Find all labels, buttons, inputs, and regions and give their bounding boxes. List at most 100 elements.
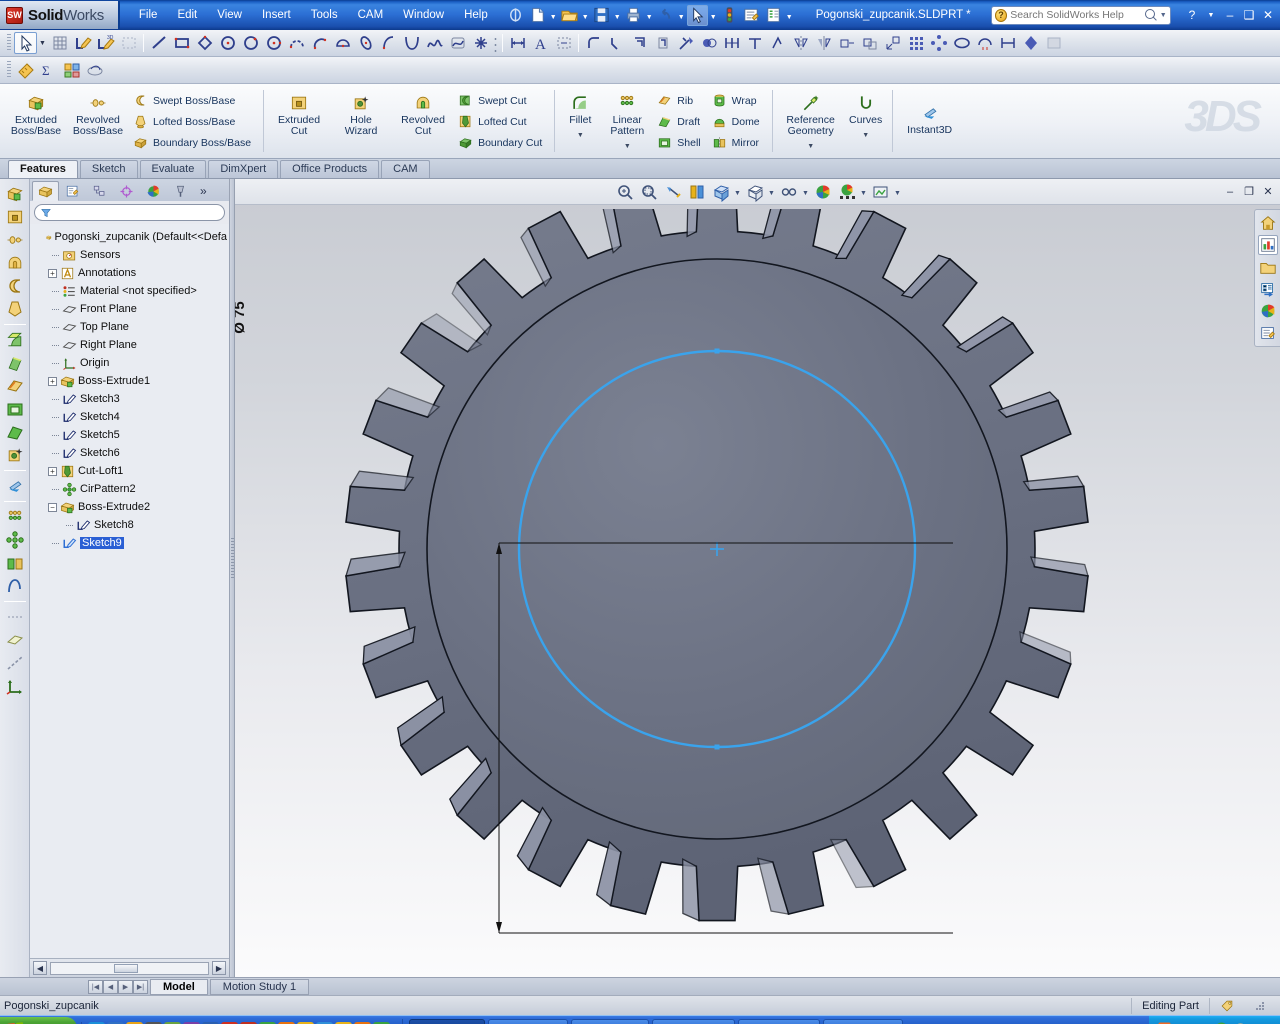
sketch-icon[interactable] bbox=[71, 32, 94, 54]
sidebar-plane-icon[interactable] bbox=[3, 629, 26, 651]
select-tool-caret-icon[interactable]: ▼ bbox=[709, 5, 718, 26]
tree-item[interactable]: Front Plane bbox=[34, 300, 227, 318]
section-view-icon[interactable] bbox=[685, 181, 708, 203]
spline-icon[interactable] bbox=[423, 32, 446, 54]
dimension-leader[interactable] bbox=[493, 541, 963, 941]
taskbar-item[interactable]: Завршн... bbox=[738, 1019, 820, 1024]
document-window-controls[interactable]: – ❐ ✕ bbox=[1223, 185, 1275, 199]
tree-expander[interactable]: + bbox=[48, 376, 57, 386]
apply-scene-caret-icon[interactable]: ▼ bbox=[859, 181, 868, 202]
repair-sketch-icon[interactable] bbox=[973, 32, 996, 54]
jog-line-icon[interactable] bbox=[743, 32, 766, 54]
sketch-quadrant-point[interactable] bbox=[714, 348, 720, 354]
tree-item[interactable]: Sketch8 bbox=[34, 516, 227, 534]
quick-snaps-icon[interactable] bbox=[996, 32, 1019, 54]
check-icon[interactable] bbox=[83, 59, 106, 81]
text-icon[interactable]: A bbox=[529, 32, 552, 54]
apply-scene-icon[interactable] bbox=[835, 181, 858, 203]
new-document-caret-icon[interactable]: ▼ bbox=[549, 5, 558, 26]
tab-dimxpert[interactable]: DimXpert bbox=[208, 160, 279, 178]
construction-geometry-icon[interactable] bbox=[766, 32, 789, 54]
closed-contour-icon[interactable] bbox=[950, 32, 973, 54]
previous-view-icon[interactable] bbox=[661, 181, 684, 203]
window-controls[interactable]: ? ▼ – ❑ ✕ bbox=[1184, 7, 1276, 23]
line-icon[interactable] bbox=[147, 32, 170, 54]
sidebar-circular-pattern-icon[interactable] bbox=[3, 529, 26, 551]
hole-wizard-button[interactable]: Hole Wizard bbox=[330, 88, 392, 142]
view-orientation-caret-icon[interactable]: ▼ bbox=[733, 181, 742, 202]
task-pane-strip[interactable] bbox=[1254, 209, 1280, 347]
sidebar-mirror-icon[interactable] bbox=[3, 552, 26, 574]
menu-tools[interactable]: Tools bbox=[302, 6, 347, 24]
tree-item[interactable]: Right Plane bbox=[34, 336, 227, 354]
boundary-cut-button[interactable]: Boundary Cut bbox=[454, 132, 549, 153]
sidebar-curve-icon[interactable] bbox=[3, 575, 26, 597]
draft-button[interactable]: Draft bbox=[653, 111, 707, 132]
sketch-picture-icon[interactable] bbox=[117, 32, 140, 54]
customize-caret-icon[interactable]: ▼ bbox=[785, 5, 794, 26]
close-button[interactable]: ✕ bbox=[1260, 7, 1276, 23]
tab-sketch[interactable]: Sketch bbox=[79, 160, 138, 178]
move-copy-icon[interactable] bbox=[858, 32, 881, 54]
menu-cam[interactable]: CAM bbox=[349, 6, 393, 24]
tree-item[interactable]: Top Plane bbox=[34, 318, 227, 336]
tangent-arc-icon[interactable] bbox=[285, 32, 308, 54]
reference-geometry-button[interactable]: Reference Geometry bbox=[777, 88, 845, 142]
parabola-icon[interactable] bbox=[400, 32, 423, 54]
menu-file[interactable]: File bbox=[130, 6, 167, 24]
feature-tree-scrollbar[interactable]: ◀ ▶ bbox=[30, 958, 229, 977]
circular-sketch-pattern-icon[interactable] bbox=[927, 32, 950, 54]
first-tab-button[interactable]: |◀ bbox=[88, 979, 103, 994]
stretch-entities-icon[interactable] bbox=[835, 32, 858, 54]
feature-manager-tabs[interactable]: » bbox=[30, 179, 229, 201]
open-document-caret-icon[interactable]: ▼ bbox=[581, 5, 590, 26]
open-document-icon[interactable] bbox=[559, 5, 580, 26]
tree-expander[interactable]: + bbox=[48, 466, 57, 476]
graphics-area[interactable]: ▼ ▼ ▼ ▼ ▼ – ❐ ✕ Ø 75 bbox=[235, 179, 1280, 977]
undo-icon[interactable] bbox=[655, 5, 676, 26]
toolbar-overflow-icon[interactable] bbox=[492, 34, 499, 52]
tab-model[interactable]: Model bbox=[150, 978, 208, 995]
tab-motion-study[interactable]: Motion Study 1 bbox=[209, 978, 310, 995]
extruded-boss-base-button[interactable]: Extruded Boss/Base bbox=[5, 88, 67, 142]
minimize-button[interactable]: – bbox=[1222, 7, 1238, 23]
feature-manager-overflow-icon[interactable]: » bbox=[200, 184, 207, 198]
select-tool-icon[interactable] bbox=[686, 4, 708, 26]
sidebar-lofted-boss-icon[interactable] bbox=[3, 298, 26, 320]
customize-icon[interactable] bbox=[763, 5, 784, 26]
feature-tree[interactable]: Pogonski_zupcanik (Default<<Defa Sensors +… bbox=[30, 224, 229, 958]
ribbon[interactable]: 3DS Extruded Boss/Base Revolved Boss/Base … bbox=[0, 84, 1280, 159]
tree-item[interactable]: + Annotations bbox=[34, 264, 227, 282]
measure-icon[interactable] bbox=[14, 59, 37, 81]
linear-sketch-pattern-icon[interactable] bbox=[904, 32, 927, 54]
undo-caret-icon[interactable]: ▼ bbox=[677, 5, 686, 26]
quick-access-toolbar[interactable]: ▼ ▼ ▼ ▼ ▼ ▼ ▼ bbox=[505, 4, 794, 26]
shell-button[interactable]: Shell bbox=[653, 132, 707, 153]
instant3d-button[interactable]: Instant3D bbox=[897, 88, 963, 141]
lofted-boss-base-button[interactable]: Lofted Boss/Base bbox=[129, 111, 258, 132]
status-tag-icon[interactable] bbox=[1209, 997, 1244, 1014]
horizontal-scrollbar[interactable] bbox=[50, 961, 209, 975]
tree-item[interactable]: CirPattern2 bbox=[34, 480, 227, 498]
system-tray[interactable]: X 7:44 bbox=[1148, 1015, 1280, 1024]
mirror-button[interactable]: Mirror bbox=[708, 132, 767, 153]
sidebar-rib-icon[interactable] bbox=[3, 375, 26, 397]
home-icon[interactable] bbox=[1258, 213, 1278, 233]
sidebar-instant3d-icon[interactable] bbox=[3, 475, 26, 497]
dimension-value[interactable]: Ø 75 bbox=[235, 301, 248, 334]
solidworks-resources-icon[interactable] bbox=[1257, 235, 1278, 255]
taskbar-item[interactable]: SolidW... bbox=[408, 1019, 485, 1024]
parallelogram-icon[interactable] bbox=[193, 32, 216, 54]
grid-icon[interactable] bbox=[48, 32, 71, 54]
smart-dimension-icon[interactable] bbox=[506, 32, 529, 54]
sketch-chamfer-icon[interactable] bbox=[605, 32, 628, 54]
macro-toolbar-grip[interactable] bbox=[7, 61, 11, 79]
taskbar-item[interactable]: D:\Slob... bbox=[570, 1019, 650, 1024]
sidebar-linear-pattern-icon[interactable] bbox=[3, 506, 26, 528]
partial-ellipse-icon[interactable] bbox=[377, 32, 400, 54]
sidebar-swept-boss-icon[interactable] bbox=[3, 275, 26, 297]
sidebar-revolved-boss-icon[interactable] bbox=[3, 229, 26, 251]
lofted-cut-button[interactable]: Lofted Cut bbox=[454, 111, 549, 132]
zoom-to-area-icon[interactable] bbox=[637, 181, 660, 203]
ellipse-icon[interactable] bbox=[354, 32, 377, 54]
